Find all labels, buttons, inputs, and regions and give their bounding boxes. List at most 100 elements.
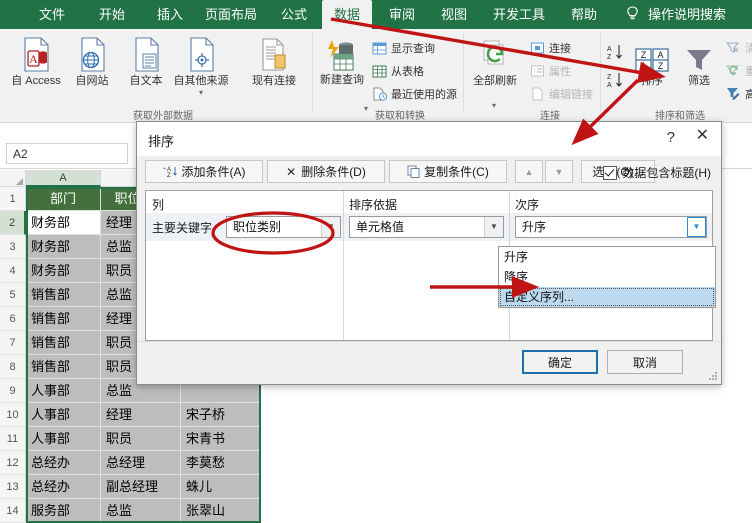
- help-icon[interactable]: ?: [667, 129, 675, 146]
- chevron-down-icon[interactable]: ▼: [687, 217, 706, 237]
- add-level-button[interactable]: + A Z 添加条件(A): [145, 160, 263, 183]
- clear-filter-item[interactable]: 清: [725, 39, 752, 57]
- tab-view[interactable]: 视图: [432, 0, 476, 29]
- copy-icon: [407, 165, 420, 178]
- option-custom-list[interactable]: 自定义序列...: [499, 287, 715, 307]
- cancel-button[interactable]: 取消: [607, 350, 683, 374]
- row-header-6[interactable]: 6: [0, 307, 26, 331]
- cell-a8[interactable]: 销售部: [26, 355, 101, 379]
- row-header-12[interactable]: 12: [0, 451, 26, 475]
- sort-button[interactable]: Z A A Z 排序: [630, 35, 674, 87]
- filter-icon: [678, 35, 720, 73]
- row-header-4[interactable]: 4: [0, 259, 26, 283]
- tell-me-search[interactable]: 操作说明搜索: [648, 0, 744, 29]
- cell-a11[interactable]: 人事部: [26, 427, 101, 451]
- chevron-down-icon[interactable]: ▾: [166, 89, 236, 97]
- cell-a10[interactable]: 人事部: [26, 403, 101, 427]
- sort-az-icon[interactable]: A Z: [606, 43, 626, 66]
- reapply-item[interactable]: 重: [725, 62, 752, 80]
- cell-c10[interactable]: 宋子桥: [181, 403, 261, 427]
- from-access-button[interactable]: A 自 Access: [8, 35, 64, 87]
- cell-a14[interactable]: 服务部: [26, 499, 101, 523]
- recent-sources-item[interactable]: 最近使用的源: [372, 85, 457, 103]
- new-query-button[interactable]: 新建查询: [320, 35, 364, 86]
- ok-button[interactable]: 确定: [522, 350, 598, 374]
- row-header-7[interactable]: 7: [0, 331, 26, 355]
- sort-az-plus-icon: + A Z: [163, 164, 178, 179]
- cell-c14[interactable]: 张翠山: [181, 499, 261, 523]
- chevron-down-icon[interactable]: ▼: [321, 217, 340, 237]
- filter-button[interactable]: 筛选: [678, 35, 720, 87]
- sort-order-combo[interactable]: 升序 ▼: [515, 216, 707, 238]
- sort-za-icon[interactable]: Z A: [606, 71, 626, 94]
- name-box[interactable]: A2: [6, 143, 128, 164]
- from-access-icon: A: [8, 35, 64, 73]
- cell-c13[interactable]: 蛛儿: [181, 475, 261, 499]
- sort-column-combo[interactable]: 职位类别 ▼: [226, 216, 341, 238]
- tab-page-layout[interactable]: 页面布局: [198, 0, 264, 29]
- cell-b13[interactable]: 副总经理: [101, 475, 181, 499]
- svg-text:Z: Z: [167, 173, 171, 179]
- ribbon-body: A 自 Access 自网站 自文本 自其他来源 ▾ 现有连接 获取外部数据 新…: [0, 29, 752, 123]
- cell-a12[interactable]: 总经办: [26, 451, 101, 475]
- refresh-all-chevron-icon[interactable]: ▾: [492, 101, 496, 110]
- from-other-sources-button[interactable]: 自其他来源 ▾: [166, 35, 236, 97]
- tab-file[interactable]: 文件: [30, 0, 74, 29]
- tab-formulas[interactable]: 公式: [272, 0, 316, 29]
- row-header-8[interactable]: 8: [0, 355, 26, 379]
- cell-a2[interactable]: 财务部: [26, 211, 101, 235]
- row-header-5[interactable]: 5: [0, 283, 26, 307]
- tab-developer[interactable]: 开发工具: [486, 0, 552, 29]
- from-web-button[interactable]: 自网站: [64, 35, 120, 87]
- close-icon[interactable]: ✕: [696, 128, 709, 144]
- cell-b11[interactable]: 职员: [101, 427, 181, 451]
- from-table-item[interactable]: 从表格: [372, 62, 424, 80]
- cell-a3[interactable]: 财务部: [26, 235, 101, 259]
- my-data-has-headers-checkbox[interactable]: 数据包含标题(H): [603, 164, 711, 181]
- tab-help[interactable]: 帮助: [562, 0, 606, 29]
- sort-on-combo[interactable]: 单元格值 ▼: [349, 216, 504, 238]
- row-header-13[interactable]: 13: [0, 475, 26, 499]
- column-header-a[interactable]: A: [26, 170, 101, 187]
- resize-grip[interactable]: [709, 372, 718, 381]
- row-header-11[interactable]: 11: [0, 427, 26, 451]
- cell-a13[interactable]: 总经办: [26, 475, 101, 499]
- row-header-10[interactable]: 10: [0, 403, 26, 427]
- cell-a1[interactable]: 部门: [26, 187, 101, 211]
- row-header-1[interactable]: 1: [0, 187, 26, 211]
- cell-b14[interactable]: 总监: [101, 499, 181, 523]
- tab-home[interactable]: 开始: [90, 0, 134, 29]
- advanced-filter-item[interactable]: 高: [726, 85, 752, 103]
- cell-b12[interactable]: 总经理: [101, 451, 181, 475]
- chevron-down-icon[interactable]: ▼: [484, 217, 503, 237]
- cell-a4[interactable]: 财务部: [26, 259, 101, 283]
- move-down-button[interactable]: ▼: [545, 160, 573, 183]
- tab-data[interactable]: 数据: [322, 0, 372, 29]
- cell-c11[interactable]: 宋青书: [181, 427, 261, 451]
- sort-order-dropdown-list[interactable]: 升序 降序 自定义序列...: [498, 246, 716, 308]
- connections-item[interactable]: 连接: [530, 39, 571, 57]
- option-descending[interactable]: 降序: [499, 267, 715, 287]
- move-up-button[interactable]: ▲: [515, 160, 543, 183]
- refresh-all-button[interactable]: 全部刷新: [468, 35, 522, 87]
- tab-review[interactable]: 审阅: [380, 0, 424, 29]
- new-query-icon: [320, 35, 364, 73]
- row-header-2[interactable]: 2: [0, 211, 26, 235]
- cell-a5[interactable]: 销售部: [26, 283, 101, 307]
- existing-connections-button[interactable]: 现有连接: [243, 35, 305, 87]
- cell-a7[interactable]: 销售部: [26, 331, 101, 355]
- cell-b10[interactable]: 经理: [101, 403, 181, 427]
- row-header-14[interactable]: 14: [0, 499, 26, 523]
- cell-a6[interactable]: 销售部: [26, 307, 101, 331]
- copy-level-button[interactable]: 复制条件(C): [389, 160, 507, 183]
- svg-text:Z: Z: [658, 61, 664, 71]
- delete-level-button[interactable]: ✕ 删除条件(D): [267, 160, 385, 183]
- select-all-corner[interactable]: [0, 170, 26, 187]
- option-ascending[interactable]: 升序: [499, 247, 715, 267]
- row-header-3[interactable]: 3: [0, 235, 26, 259]
- tab-insert[interactable]: 插入: [148, 0, 192, 29]
- cell-a9[interactable]: 人事部: [26, 379, 101, 403]
- cell-c12[interactable]: 李莫愁: [181, 451, 261, 475]
- row-header-9[interactable]: 9: [0, 379, 26, 403]
- show-queries-item[interactable]: 显示查询: [372, 39, 435, 57]
